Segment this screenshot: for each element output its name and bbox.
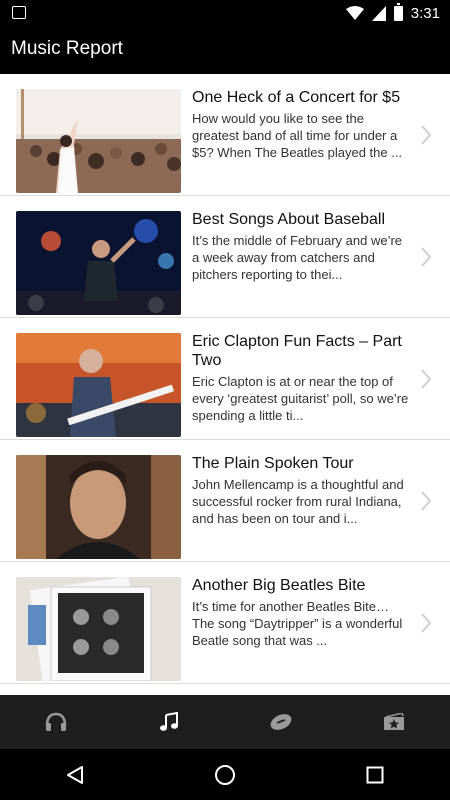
article-thumbnail [16,333,181,437]
wifi-icon [345,5,364,20]
article-row[interactable]: The Plain Spoken Tour John Mellencamp is… [0,440,450,562]
recents-square-icon [366,766,384,783]
back-triangle-icon [67,765,83,784]
chevron-right-icon [421,613,432,633]
concert-crowd-image [16,89,181,193]
app-title: Music Report [11,38,123,59]
nav-headphones[interactable] [26,695,86,749]
article-row[interactable]: Best Songs About Baseball It’s the middl… [0,196,450,318]
app-bar: Music Report [0,26,450,74]
headphones-icon [46,712,67,731]
article-snippet: It’s the middle of February and we’re a … [192,233,403,282]
portrait-image [16,455,181,559]
nav-football[interactable] [251,695,311,749]
chevron-right-icon [421,491,432,511]
cell-signal-icon [371,5,386,21]
chevron-right-icon [421,125,432,145]
nav-tickets[interactable] [364,695,424,749]
article-snippet: It’s time for another Beatles Bite… The … [192,599,403,648]
article-title: Best Songs About Baseball [192,211,386,228]
article-thumbnail [16,89,181,193]
singer-on-stage-image [16,211,181,315]
article-row[interactable]: Eric Clapton Fun Facts – Part Two Eric C… [0,318,450,440]
status-icons: 3:31 [345,2,440,22]
nav-music[interactable] [139,695,199,749]
article-title: The Plain Spoken Tour [192,455,354,472]
guitarist-image [16,333,181,437]
home-circle-icon [215,764,235,785]
article-thumbnail [16,577,181,681]
article-snippet: How would you like to see the greatest b… [192,111,403,160]
football-icon [270,714,292,730]
article-title: Eric Clapton Fun Facts – Part Two [192,333,402,369]
status-bar: 3:31 [0,0,450,26]
bottom-nav [0,695,450,749]
chevron-right-icon [421,369,432,389]
recents-button[interactable] [345,749,405,800]
article-thumbnail [16,455,181,559]
article-title: One Heck of a Concert for $5 [192,89,401,106]
article-snippet: John Mellencamp is a thoughtful and succ… [192,477,404,526]
battery-icon [393,2,403,21]
article-list: One Heck of a Concert for $5 How would y… [0,74,450,695]
music-note-icon [159,712,178,731]
beatles-stamps-image [16,577,181,681]
back-button[interactable] [45,749,105,800]
article-snippet: Eric Clapton is at or near the top of ev… [192,374,409,423]
article-thumbnail [16,211,181,315]
article-title: Another Big Beatles Bite [192,577,366,594]
article-row[interactable]: Another Big Beatles Bite It’s time for a… [0,562,450,684]
image-notification-icon [12,6,26,19]
chevron-right-icon [421,247,432,267]
article-row[interactable]: One Heck of a Concert for $5 How would y… [0,74,450,196]
system-nav-bar [0,749,450,800]
status-time: 3:31 [410,4,440,22]
ticket-star-icon [383,713,404,730]
home-button[interactable] [195,749,255,800]
